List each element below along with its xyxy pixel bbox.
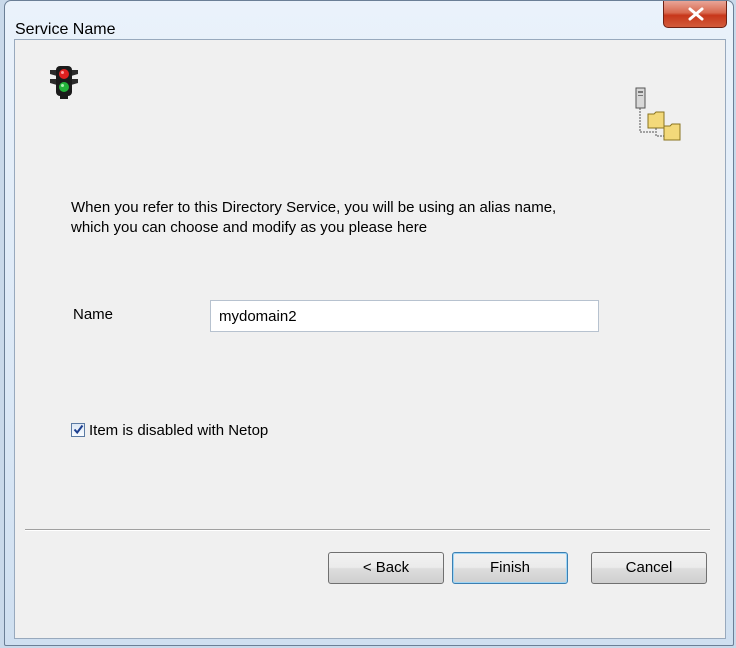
traffic-light-icon: [50, 66, 78, 99]
description-text: When you refer to this Directory Service…: [71, 198, 671, 238]
close-button[interactable]: [663, 1, 727, 28]
checkmark-icon: [73, 424, 84, 435]
name-input[interactable]: [210, 300, 599, 332]
disabled-checkbox-row[interactable]: Item is disabled with Netop: [71, 420, 268, 440]
window-title: Service Name: [15, 21, 116, 38]
description-line-1: When you refer to this Directory Service…: [71, 199, 557, 216]
back-button[interactable]: < Back: [328, 552, 444, 584]
cancel-button[interactable]: Cancel: [591, 552, 707, 584]
title-bar[interactable]: Service Name: [5, 1, 733, 38]
name-label: Name: [73, 306, 114, 323]
disabled-checkbox-label[interactable]: Item is disabled with Netop: [89, 422, 268, 439]
disabled-checkbox[interactable]: [71, 423, 85, 437]
close-x-icon: [688, 7, 704, 21]
description-line-2: which you can choose and modify as you p…: [71, 219, 428, 236]
finish-button[interactable]: Finish: [452, 552, 568, 584]
directory-tree-icon: [635, 87, 681, 141]
button-divider: [25, 529, 710, 531]
